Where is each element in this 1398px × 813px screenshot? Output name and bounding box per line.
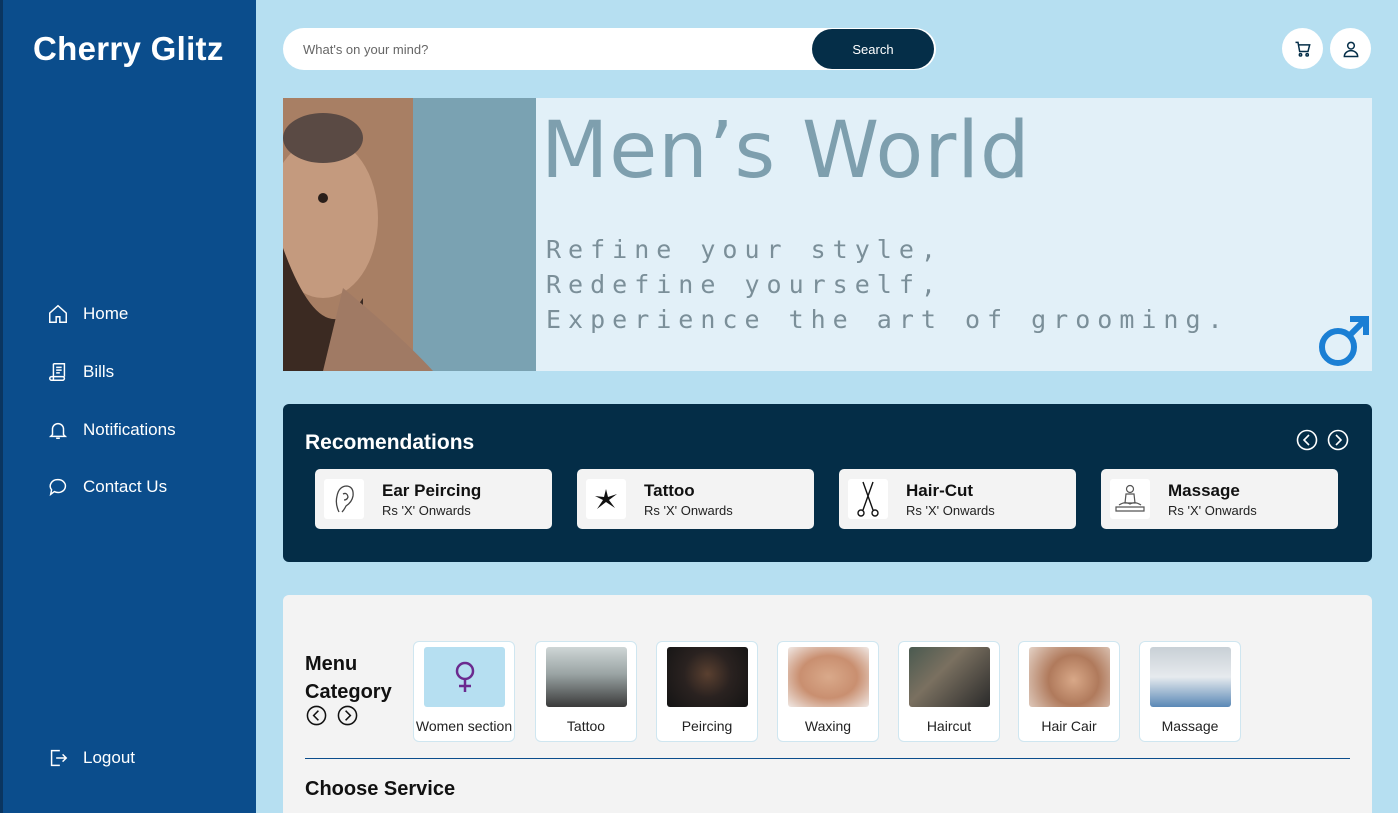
reco-icon-box [586,479,626,519]
sidebar: Cherry Glitz Home Bills Notifications Co… [0,0,256,813]
reco-icon-box [1110,479,1150,519]
recommendations-title: Recomendations [305,431,475,454]
search-bar: Search [283,28,936,70]
ear-icon [335,485,354,513]
section-divider [305,758,1350,759]
reco-icon-box [848,479,888,519]
female-symbol-icon [455,661,474,692]
banner-tagline-1: Refine your style, [546,235,943,264]
logout-button[interactable]: Logout [47,747,135,769]
menu-next-arrow-icon[interactable] [337,705,358,726]
reco-name: Massage [1168,481,1240,500]
reco-name: Ear Peircing [382,481,482,500]
category-women-section[interactable]: Women section [413,641,515,742]
category-image [1029,647,1110,707]
category-label: Women section [415,718,513,734]
category-hair-care[interactable]: Hair Cair [1018,641,1120,742]
tattoo-icon [595,489,617,509]
reco-price: Rs 'X' Onwards [644,503,733,518]
category-image [424,647,505,707]
reco-card-massage[interactable]: Massage Rs 'X' Onwards [1101,469,1338,529]
menu-title-line1: Menu [305,653,358,675]
category-image [909,647,990,707]
man-portrait-image [283,98,536,371]
reco-card-haircut[interactable]: Hair-Cut Rs 'X' Onwards [839,469,1076,529]
search-input[interactable] [303,28,803,70]
scissors-icon [857,481,879,517]
reco-price: Rs 'X' Onwards [382,503,471,518]
category-label: Haircut [926,718,972,734]
reco-card-ear-piercing[interactable]: Ear Peircing Rs 'X' Onwards [315,469,552,529]
sidebar-item-label: Bills [83,362,115,381]
profile-button[interactable] [1330,28,1371,69]
sidebar-item-bills[interactable]: Bills [47,361,114,383]
reco-name: Tattoo [644,481,695,500]
reco-icon-box [324,479,364,519]
menu-prev-arrow-icon[interactable] [306,705,327,726]
bill-icon [49,363,66,381]
category-piercing[interactable]: Peircing [656,641,758,742]
logout-icon [50,749,68,767]
logout-label: Logout [83,748,135,767]
category-image [546,647,627,707]
menu-category-panel: Menu Category Women section Tattoo Peirc… [283,595,1372,813]
reco-price: Rs 'X' Onwards [906,503,995,518]
recommendations-panel: Recomendations Ear Peircing Rs 'X' Onwar… [283,404,1372,562]
category-label: Massage [1161,718,1219,734]
banner-title: Men’s World [541,106,1031,196]
sidebar-item-notifications[interactable]: Notifications [47,419,176,441]
user-icon [1343,41,1358,57]
reco-card-tattoo[interactable]: Tattoo Rs 'X' Onwards [577,469,814,529]
chat-icon [49,478,67,497]
menu-category-title: Menu Category [305,650,392,706]
category-massage[interactable]: Massage [1139,641,1241,742]
category-label: Waxing [804,718,852,734]
cart-icon [1295,41,1311,57]
choose-service-title: Choose Service [305,778,456,800]
brand-logo: Cherry Glitz [33,30,224,67]
category-tattoo[interactable]: Tattoo [535,641,637,742]
category-image [1150,647,1231,707]
category-label: Peircing [681,718,733,734]
category-label: Tattoo [566,718,606,734]
sidebar-item-label: Home [83,304,129,323]
category-image [788,647,869,707]
menu-title-line2: Category [305,681,392,703]
sidebar-item-label: Notifications [83,420,176,439]
next-arrow-icon[interactable] [1327,429,1349,451]
sidebar-item-label: Contact Us [83,477,168,496]
banner-tagline-3: Experience the art of grooming. [546,305,1230,334]
promo-banner[interactable]: Men’s World Refine your style, Redefine … [283,98,1372,371]
reco-price: Rs 'X' Onwards [1168,503,1257,518]
male-symbol-icon [1319,316,1369,366]
bell-icon [48,422,68,439]
sidebar-item-home[interactable]: Home [47,303,128,325]
category-haircut[interactable]: Haircut [898,641,1000,742]
prev-arrow-icon[interactable] [1296,429,1318,451]
reco-name: Hair-Cut [906,481,974,500]
banner-photo [283,98,536,371]
home-icon [49,304,67,323]
banner-tagline-2: Redefine yourself, [546,270,943,299]
search-button[interactable]: Search [812,29,934,69]
category-image [667,647,748,707]
category-label: Hair Cair [1041,718,1097,734]
cart-button[interactable] [1282,28,1323,69]
category-waxing[interactable]: Waxing [777,641,879,742]
sidebar-item-contact[interactable]: Contact Us [47,476,167,498]
massage-icon [1115,484,1145,512]
